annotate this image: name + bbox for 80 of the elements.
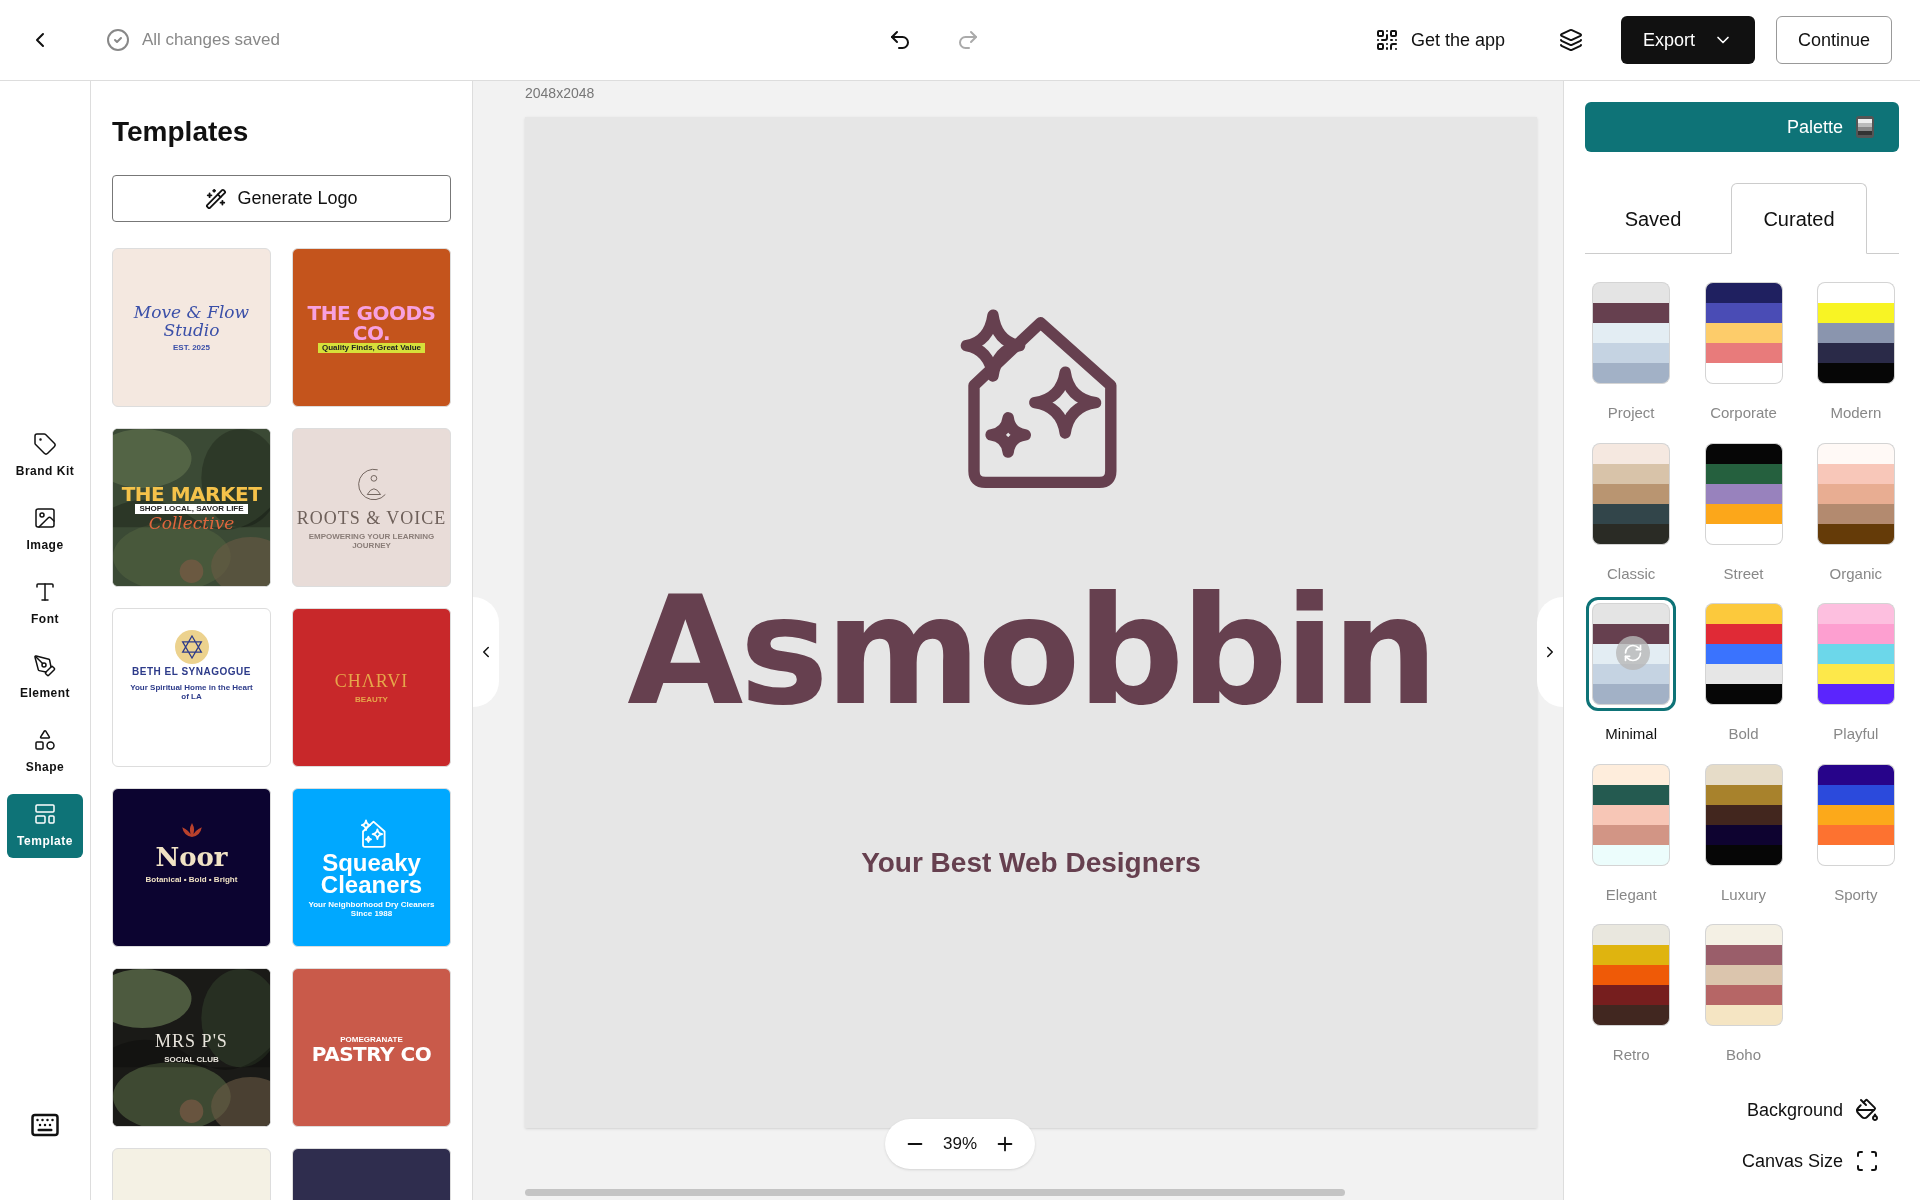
- get-app-button[interactable]: Get the app: [1374, 26, 1505, 54]
- tag-icon: [33, 432, 57, 456]
- template-text: ROOTS & VOICE: [296, 507, 447, 528]
- template-text: EST. 2025: [173, 343, 210, 352]
- template-text: Collective: [148, 513, 235, 532]
- palette-option[interactable]: Modern: [1812, 276, 1899, 425]
- template-text: Botanical • Bold • Bright: [145, 875, 238, 884]
- palette-option[interactable]: Retro: [1588, 918, 1675, 1067]
- continue-button[interactable]: Continue: [1776, 16, 1892, 64]
- template-text: Your Neighborhood Dry Cleaners Since 1988: [307, 899, 436, 918]
- canvas-size-icon: [1855, 1149, 1879, 1173]
- palette-option[interactable]: Organic: [1812, 436, 1899, 585]
- canvas-size-button[interactable]: Canvas Size: [1741, 1147, 1879, 1175]
- palette-option[interactable]: Playful: [1812, 597, 1899, 746]
- magic-wand-icon: [205, 187, 228, 210]
- generate-logo-button[interactable]: Generate Logo: [112, 175, 451, 222]
- palette-option[interactable]: Elegant: [1588, 757, 1675, 906]
- refresh-icon: [1623, 643, 1644, 663]
- palette-option[interactable]: Minimal: [1588, 597, 1675, 746]
- template-thumbnail[interactable]: Move & Flow Studio EST. 2025: [112, 248, 271, 407]
- tool-rail-item[interactable]: Image: [7, 498, 83, 562]
- palette-option[interactable]: Bold: [1700, 597, 1787, 746]
- template-text: PASTRY CO: [311, 1044, 432, 1064]
- palette-tab[interactable]: Saved: [1585, 183, 1721, 254]
- template-text: Noor: [155, 843, 228, 871]
- palette-option[interactable]: Boho: [1700, 918, 1787, 1067]
- shapes-icon: [33, 728, 57, 752]
- template-thumbnail[interactable]: BETH EL SYNAGOGUE Your Spiritual Home in the Heart of LA: [112, 608, 271, 767]
- tool-rail-item[interactable]: Brand Kit: [7, 424, 83, 488]
- star-emblem-icon: [174, 630, 209, 664]
- template-thumbnail[interactable]: ROOTS & VOICE EMPOWERING YOUR LEARNING JOURNEY: [292, 428, 451, 587]
- palette-option[interactable]: Classic: [1588, 436, 1675, 585]
- template-thumbnail[interactable]: MRS P'S SOCIAL CLUB: [112, 968, 271, 1127]
- canvas-size-label: 2048x2048: [525, 84, 595, 103]
- palette-tab[interactable]: Curated: [1731, 183, 1867, 254]
- pen-nib-icon: [33, 654, 57, 678]
- background-button[interactable]: Background: [1746, 1096, 1879, 1124]
- save-status: All changes saved: [142, 29, 280, 52]
- palette-option[interactable]: Street: [1700, 436, 1787, 585]
- palette-button[interactable]: Palette: [1585, 102, 1899, 152]
- tool-rail-item[interactable]: Template: [7, 794, 83, 858]
- check-icon: [106, 28, 130, 52]
- template-text: Quality Finds, Great Value: [317, 342, 426, 353]
- template-text: THE MARKET: [121, 483, 262, 504]
- layout-grid-icon: [33, 802, 57, 826]
- template-text: BEAUTY: [355, 695, 388, 704]
- logo-title: Asmobbin: [627, 576, 1435, 726]
- template-text: MRS P'S: [155, 1031, 228, 1051]
- qr-code-icon: [1374, 28, 1399, 52]
- template-text: Move & Flow Studio: [132, 303, 251, 339]
- horizontal-scrollbar[interactable]: [525, 1189, 1345, 1196]
- logo-tagline: Your Best Web Designers: [861, 846, 1201, 880]
- template-thumbnail[interactable]: THE GOODS CO. Quality Finds, Great Value: [292, 248, 451, 407]
- layers-icon[interactable]: [1559, 28, 1583, 52]
- palette-option[interactable]: Project: [1588, 276, 1675, 425]
- template-text: THE GOODS CO.: [306, 302, 437, 343]
- font-icon: [33, 580, 57, 604]
- palette-option[interactable]: Corporate: [1700, 276, 1787, 425]
- palette-option[interactable]: Luxury: [1700, 757, 1787, 906]
- image-icon: [33, 506, 57, 530]
- tool-rail-item[interactable]: Element: [7, 646, 83, 710]
- template-text: POMEGRANATE: [340, 1035, 403, 1044]
- palette-option[interactable]: Sporty: [1812, 757, 1899, 906]
- template-text: CHΛRVI: [334, 671, 409, 691]
- panel-title: Templates: [112, 115, 250, 149]
- template-text: Your Spiritual Home in the Heart of LA: [129, 683, 254, 701]
- tool-rail-item[interactable]: Shape: [7, 720, 83, 784]
- template-thumbnail[interactable]: Noor Botanical • Bold • Bright: [112, 788, 271, 947]
- template-text: EMPOWERING YOUR LEARNING JOURNEY: [307, 531, 436, 550]
- export-button[interactable]: Export: [1621, 16, 1755, 64]
- template-text: Squeaky Cleaners: [319, 851, 424, 896]
- template-thumbnail[interactable]: THE MARKET SHOP LOCAL, SAVOR LIFE Collective: [112, 428, 271, 587]
- palette-icon: [1855, 115, 1875, 139]
- template-thumbnail[interactable]: POMEGRANATE PASTRY CO: [292, 968, 451, 1127]
- zoom-level: 39%: [942, 1133, 977, 1156]
- paint-bucket-icon: [1855, 1098, 1879, 1122]
- template-text: BETH EL SYNAGOGUE: [132, 665, 251, 679]
- tool-rail-item[interactable]: Font: [7, 572, 83, 636]
- template-text: SHOP LOCAL, SAVOR LIFE: [135, 503, 248, 514]
- template-text: SOCIAL CLUB: [164, 1055, 219, 1064]
